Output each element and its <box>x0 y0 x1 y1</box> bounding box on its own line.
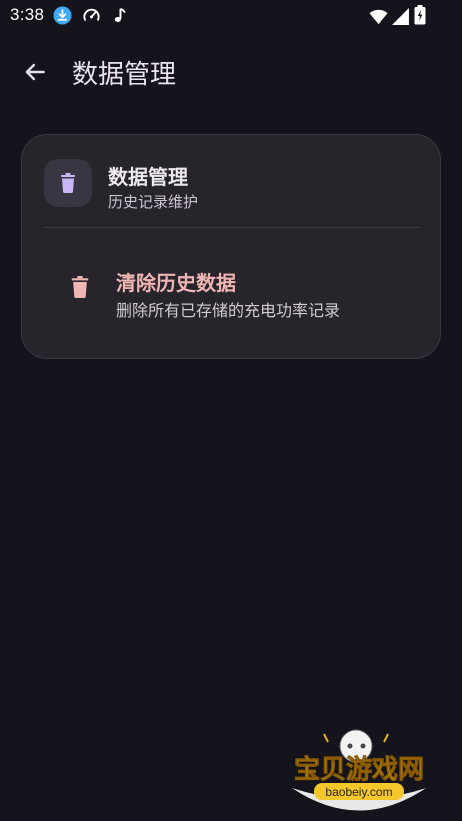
status-time: 3:38 <box>10 5 45 24</box>
trash-icon <box>71 276 89 298</box>
music-note-icon <box>114 7 126 22</box>
top-app-bar: 数据管理 <box>0 40 462 102</box>
card-subtitle: 历史记录维护 <box>108 193 199 211</box>
screen: 3:38 数据管理 数据管理 历史记录维护 清除历史数据 删除所有已存储的充电功… <box>0 0 462 821</box>
trash-icon <box>61 173 75 193</box>
clear-history-subtitle: 删除所有已存储的充电功率记录 <box>116 301 341 320</box>
download-icon <box>53 6 72 25</box>
watermark-logo: 宝贝游戏网 baobeiy.com <box>292 729 426 811</box>
watermark-text: 宝贝游戏网 <box>294 754 424 785</box>
arrow-back-icon <box>25 63 45 81</box>
status-bar: 3:38 <box>0 0 462 32</box>
battery-icon <box>414 5 426 25</box>
data-management-card: 数据管理 历史记录维护 清除历史数据 删除所有已存储的充电功率记录 <box>21 134 441 359</box>
card-title: 数据管理 <box>108 165 188 189</box>
wifi-icon <box>369 9 388 25</box>
speedometer-icon <box>83 8 100 21</box>
clear-history-button[interactable]: 清除历史数据 删除所有已存储的充电功率记录 <box>44 253 420 323</box>
page-title: 数据管理 <box>72 60 177 90</box>
card-header-icon-container <box>44 159 92 207</box>
clear-history-title: 清除历史数据 <box>116 271 236 295</box>
back-button[interactable] <box>14 51 56 93</box>
watermark-url: baobeiy.com <box>325 785 392 799</box>
action-icon-container <box>66 271 94 303</box>
signal-icon <box>392 8 409 25</box>
divider <box>44 227 420 228</box>
